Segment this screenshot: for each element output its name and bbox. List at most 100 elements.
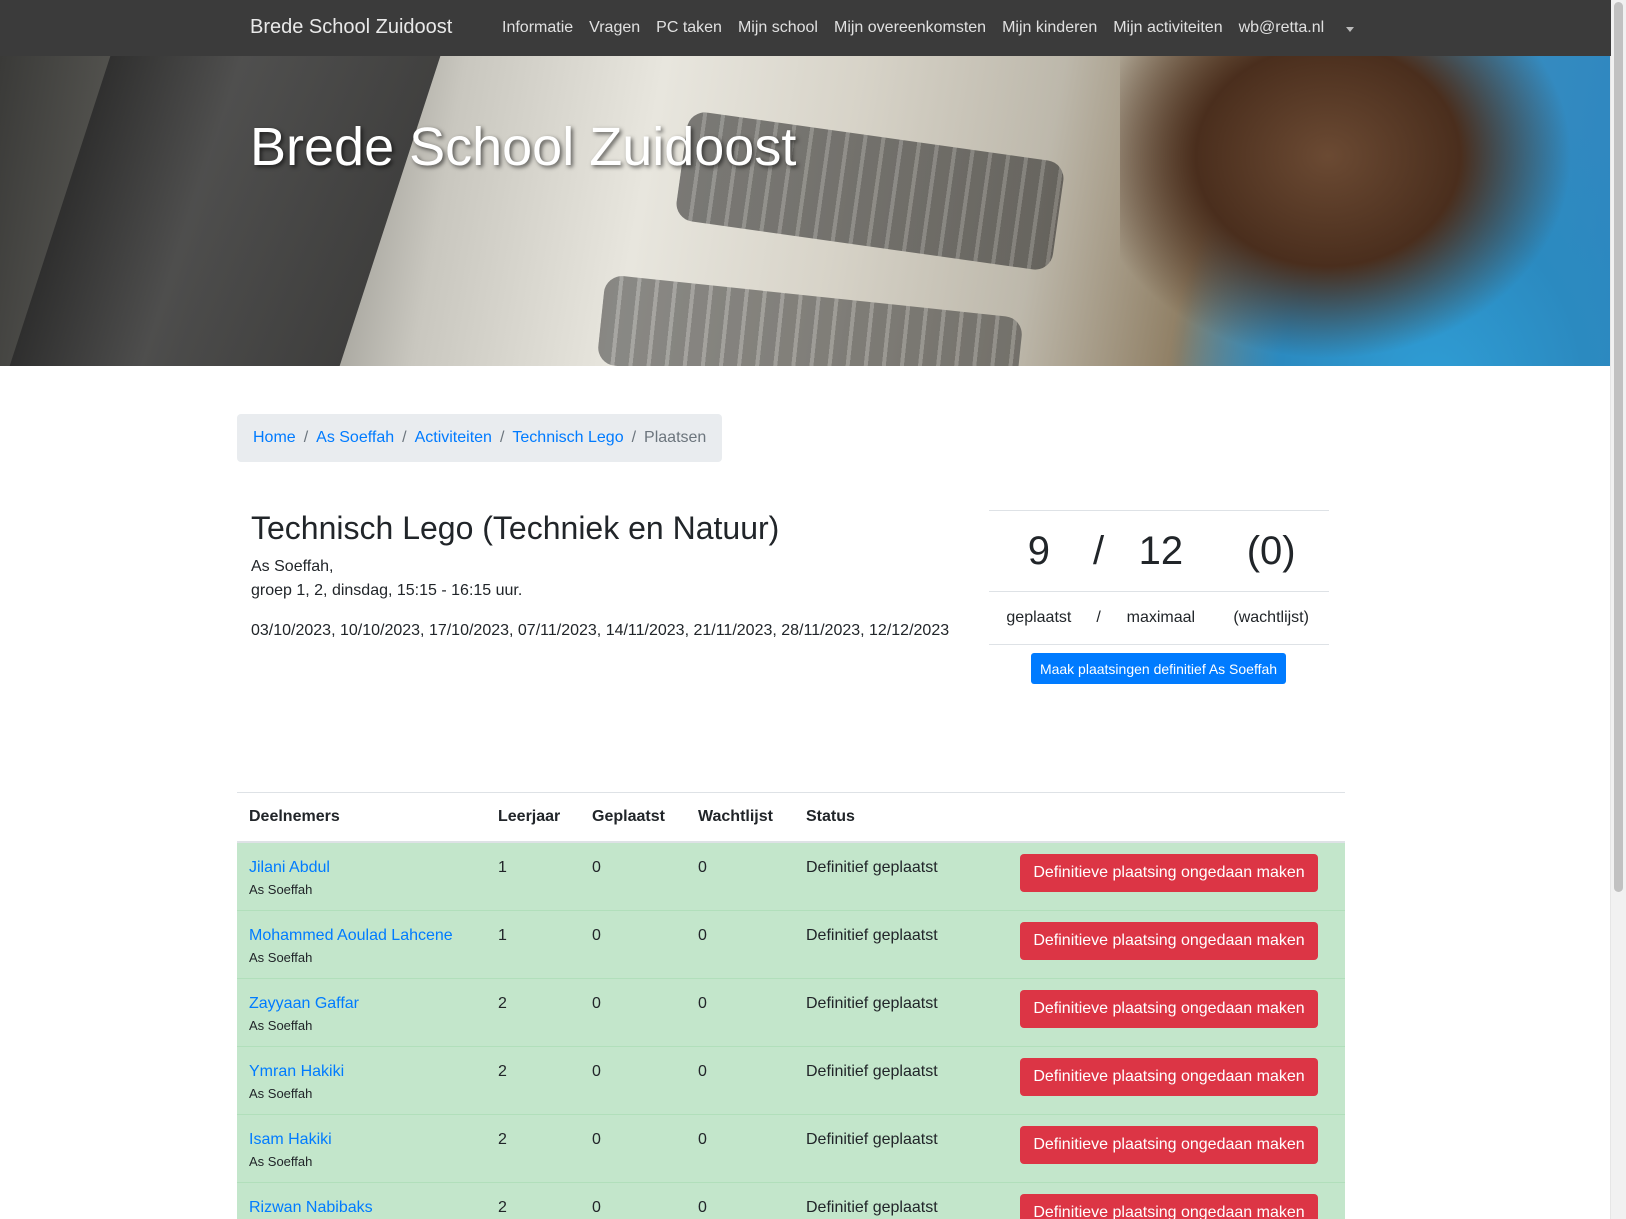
participant-name-link[interactable]: Ymran Hakiki [249,1063,474,1081]
action-cell: Definitieve plaatsing ongedaan maken [1008,910,1345,979]
participant-name-link[interactable]: Zayyaan Gaffar [249,995,474,1013]
status-value: Definitief geplaatst [806,1131,938,1148]
waitlist-cell: 0 [686,1114,794,1183]
nav-item-pc-taken[interactable]: PC taken [656,19,722,37]
nav-item-user-menu[interactable]: wb@retta.nl [1239,19,1325,37]
status-value: Definitief geplaatst [806,927,938,944]
placed-cell: 0 [580,1046,686,1115]
status-value: Definitief geplaatst [806,1063,938,1080]
participant-cell: Isam Hakiki As Soeffah [237,1114,486,1183]
undo-placement-button[interactable]: Definitieve plaatsing ongedaan maken [1020,854,1318,892]
waitlist-value: 0 [698,927,707,944]
breadcrumb-home[interactable]: Home [253,429,296,447]
activity-school: As Soeffah, [251,558,334,575]
undo-placement-button[interactable]: Definitieve plaatsing ongedaan maken [1020,922,1318,960]
status-cell: Definitief geplaatst [794,1046,1008,1115]
breadcrumb-school[interactable]: As Soeffah [316,429,394,447]
scrollbar-thumb[interactable] [1614,2,1623,892]
breadcrumb-activity[interactable]: Technisch Lego [512,429,623,447]
nav-item-informatie[interactable]: Informatie [502,19,573,37]
action-cell: Definitieve plaatsing ongedaan maken [1008,841,1345,911]
action-cell: Definitieve plaatsing ongedaan maken [1008,1046,1345,1115]
undo-placement-button[interactable]: Definitieve plaatsing ongedaan maken [1020,1058,1318,1096]
page: Brede School Zuidoost Informatie Vragen … [0,0,1611,1219]
scrollbar[interactable] [1610,0,1626,1219]
status-value: Definitief geplaatst [806,859,938,876]
participant-school: As Soeffah [249,1086,313,1101]
hero-image-keyboard [596,274,1024,366]
status-cell: Definitief geplaatst [794,1182,1008,1219]
action-cell: Definitieve plaatsing ongedaan maken [1008,1182,1345,1219]
nav-item-mijn-overeenkomsten[interactable]: Mijn overeenkomsten [834,19,986,37]
finalize-placements-button[interactable]: Maak plaatsingen definitief As Soeffah [1031,653,1286,684]
participant-cell: Zayyaan Gaffar As Soeffah [237,978,486,1047]
grade-cell: 1 [486,841,580,911]
grade-cell: 1 [486,910,580,979]
hero-image-child [1120,56,1611,366]
grade-value: 2 [498,995,507,1012]
header-status: Status [794,792,1008,843]
placed-value: 0 [592,1131,601,1148]
table-row: Ymran Hakiki As Soeffah 2 0 0 Definitief gepl… [237,1046,1345,1115]
placed-cell: 0 [580,910,686,979]
grade-value: 2 [498,1131,507,1148]
stat-waitlist-count: (0) [1213,510,1329,592]
breadcrumb-separator: / [402,429,407,446]
activity-schedule: groep 1, 2, dinsdag, 15:15 - 16:15 uur. [251,582,523,599]
status-cell: Definitief geplaatst [794,910,1008,979]
breadcrumb-activities[interactable]: Activiteiten [415,429,492,447]
placed-value: 0 [592,927,601,944]
breadcrumb-separator: / [499,429,505,446]
hero-title: Brede School Zuidoost [250,117,797,177]
header-placed: Geplaatst [580,792,686,843]
status-cell: Definitief geplaatst [794,1114,1008,1183]
placed-cell: 0 [580,1114,686,1183]
grade-cell: 2 [486,1182,580,1219]
undo-placement-button[interactable]: Definitieve plaatsing ongedaan maken [1020,990,1318,1028]
status-cell: Definitief geplaatst [794,841,1008,911]
placement-stats: 9 / 12 (0) geplaatst / maximaal (wachtli… [989,510,1329,645]
placed-value: 0 [592,1063,601,1080]
activity-title: Technisch Lego (Techniek en Natuur) [251,510,780,546]
waitlist-value: 0 [698,859,707,876]
grade-cell: 2 [486,978,580,1047]
waitlist-value: 0 [698,995,707,1012]
nav-item-mijn-activiteiten[interactable]: Mijn activiteiten [1113,19,1222,37]
participant-school: As Soeffah [249,1154,313,1169]
nav-item-vragen[interactable]: Vragen [589,19,640,37]
activity-dates: 03/10/2023, 10/10/2023, 17/10/2023, 07/1… [251,622,950,639]
participant-name-link[interactable]: Mohammed Aoulad Lahcene [249,927,474,945]
grade-value: 2 [498,1063,507,1080]
participant-cell: Ymran Hakiki As Soeffah [237,1046,486,1115]
undo-placement-button[interactable]: Definitieve plaatsing ongedaan maken [1020,1126,1318,1164]
stat-placed-label: geplaatst [989,591,1089,645]
participants-body: Jilani Abdul As Soeffah 1 0 0 Definitief gepl… [237,841,1345,1219]
chevron-down-icon[interactable] [1346,26,1355,32]
hero-image-monitor [6,56,444,366]
waitlist-cell: 0 [686,910,794,979]
breadcrumb-current: Plaatsen [644,429,707,446]
participant-school: As Soeffah [249,950,313,965]
participant-name-link[interactable]: Isam Hakiki [249,1131,474,1149]
participant-name-link[interactable]: Rizwan Nabibaks [249,1199,474,1217]
undo-placement-button[interactable]: Definitieve plaatsing ongedaan maken [1020,1194,1318,1219]
waitlist-cell: 0 [686,978,794,1047]
header-waitlist: Wachtlijst [686,792,794,843]
nav-items: Informatie Vragen PC taken Mijn school M… [502,0,1355,56]
nav-item-mijn-kinderen[interactable]: Mijn kinderen [1002,19,1097,37]
stat-max-label: maximaal [1108,591,1214,645]
participants-table: Deelnemers Leerjaar Geplaatst Wachtlijst… [237,792,1345,1219]
navbar-brand[interactable]: Brede School Zuidoost [250,16,452,39]
placed-value: 0 [592,995,601,1012]
waitlist-cell: 0 [686,1046,794,1115]
grade-value: 1 [498,927,507,944]
nav-item-mijn-school[interactable]: Mijn school [738,19,818,37]
status-value: Definitief geplaatst [806,995,938,1012]
status-value: Definitief geplaatst [806,1199,938,1216]
waitlist-value: 0 [698,1199,707,1216]
table-row: Zayyaan Gaffar As Soeffah 2 0 0 Definitief ge… [237,978,1345,1047]
stat-placed-count: 9 [989,510,1089,592]
header-grade: Leerjaar [486,792,580,843]
participant-name-link[interactable]: Jilani Abdul [249,859,474,877]
grade-value: 1 [498,859,507,876]
